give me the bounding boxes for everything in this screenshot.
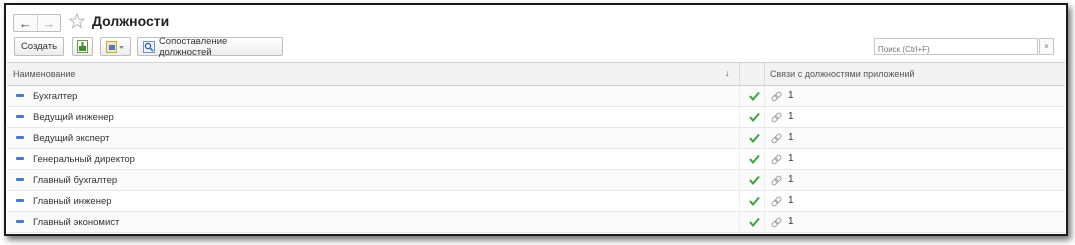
- checkmark-icon: [749, 217, 760, 227]
- item-marker-icon: [16, 115, 24, 118]
- match-positions-label: Сопоставление должностей: [158, 35, 228, 58]
- row-name: Главный экономист: [33, 217, 120, 228]
- search-clear-button[interactable]: ×: [1039, 38, 1054, 55]
- table-row[interactable]: Главный бухгалтер 1: [7, 170, 1065, 191]
- create-button[interactable]: Создать: [14, 37, 64, 56]
- row-name: Главный инженер: [33, 196, 112, 207]
- window-frame: ← → Должности Создать Сопоставление долж…: [4, 3, 1068, 236]
- link-icon: [771, 133, 782, 144]
- column-divider: [739, 128, 740, 148]
- links-count[interactable]: 1: [788, 132, 794, 143]
- column-divider: [764, 128, 765, 148]
- column-divider: [739, 149, 740, 169]
- row-name: Ведущий эксперт: [33, 133, 110, 144]
- table-row[interactable]: Ведущий инженер 1: [7, 107, 1065, 128]
- checkmark-icon: [749, 196, 760, 206]
- table-row[interactable]: Ведущий эксперт 1: [7, 128, 1065, 149]
- arrow-right-icon[interactable]: →: [36, 15, 61, 31]
- column-divider: [764, 86, 765, 106]
- link-icon: [771, 112, 782, 123]
- links-count[interactable]: 1: [788, 174, 794, 185]
- item-marker-icon: [16, 136, 24, 139]
- table-header: Наименование ↓ Связи с должностями прило…: [7, 62, 1065, 86]
- checkmark-icon: [749, 112, 760, 122]
- link-icon: [771, 175, 782, 186]
- column-divider: [764, 63, 765, 85]
- links-count[interactable]: 1: [788, 216, 794, 227]
- match-search-icon: [143, 40, 155, 53]
- column-header-name[interactable]: Наименование: [13, 69, 75, 79]
- column-divider: [764, 170, 765, 190]
- page-title: Должности: [92, 13, 170, 29]
- item-marker-icon: [16, 157, 24, 160]
- export-file-icon: [77, 40, 88, 53]
- links-count[interactable]: 1: [788, 153, 794, 164]
- column-divider: [739, 170, 740, 190]
- star-icon[interactable]: [69, 13, 85, 29]
- column-divider: [739, 212, 740, 232]
- table-row[interactable]: Генеральный директор 1: [7, 149, 1065, 170]
- arrow-left-icon[interactable]: ←: [14, 15, 37, 31]
- import-menu-button[interactable]: [100, 37, 131, 56]
- column-divider: [764, 191, 765, 211]
- export-button[interactable]: [72, 37, 93, 56]
- title-bar: ← → Должности: [6, 5, 1066, 35]
- item-marker-icon: [16, 94, 24, 97]
- item-marker-icon: [16, 178, 24, 181]
- import-menu-icon: [106, 40, 124, 53]
- links-count[interactable]: 1: [788, 195, 794, 206]
- table-row[interactable]: Бухгалтер 1: [7, 86, 1065, 107]
- match-positions-button[interactable]: Сопоставление должностей: [137, 35, 283, 58]
- link-icon: [771, 196, 782, 207]
- table-body: Бухгалтер 1 Ведущий инженер 1 Ведущий экспер…: [7, 86, 1065, 233]
- checkmark-icon: [749, 154, 760, 164]
- row-name: Ведущий инженер: [33, 112, 114, 123]
- row-name: Бухгалтер: [33, 91, 78, 102]
- column-divider: [739, 86, 740, 106]
- link-icon: [771, 154, 782, 165]
- link-icon: [771, 217, 782, 228]
- search-box[interactable]: [874, 38, 1038, 57]
- links-count[interactable]: 1: [788, 111, 794, 122]
- nav-buttons: ← →: [13, 14, 61, 32]
- item-marker-icon: [16, 220, 24, 223]
- checkmark-icon: [749, 133, 760, 143]
- column-divider: [739, 63, 740, 85]
- column-divider: [739, 107, 740, 127]
- positions-table: Наименование ↓ Связи с должностями прило…: [7, 62, 1065, 233]
- sort-arrow-icon[interactable]: ↓: [725, 68, 730, 78]
- link-icon: [771, 91, 782, 102]
- toolbar: Создать Сопоставление должностей Поиск (…: [6, 36, 1066, 60]
- checkmark-icon: [749, 91, 760, 101]
- row-name: Главный бухгалтер: [33, 175, 118, 186]
- item-marker-icon: [16, 199, 24, 202]
- table-row[interactable]: Главный экономист 1: [7, 212, 1065, 233]
- table-row[interactable]: Главный инженер 1: [7, 191, 1065, 212]
- row-name: Генеральный директор: [33, 154, 135, 165]
- checkmark-icon: [749, 175, 760, 185]
- column-divider: [764, 212, 765, 232]
- column-divider: [764, 107, 765, 127]
- column-divider: [764, 149, 765, 169]
- column-header-links[interactable]: Связи с должностями приложений: [770, 69, 914, 79]
- links-count[interactable]: 1: [788, 90, 794, 101]
- column-divider: [739, 191, 740, 211]
- search-input[interactable]: [875, 42, 1028, 57]
